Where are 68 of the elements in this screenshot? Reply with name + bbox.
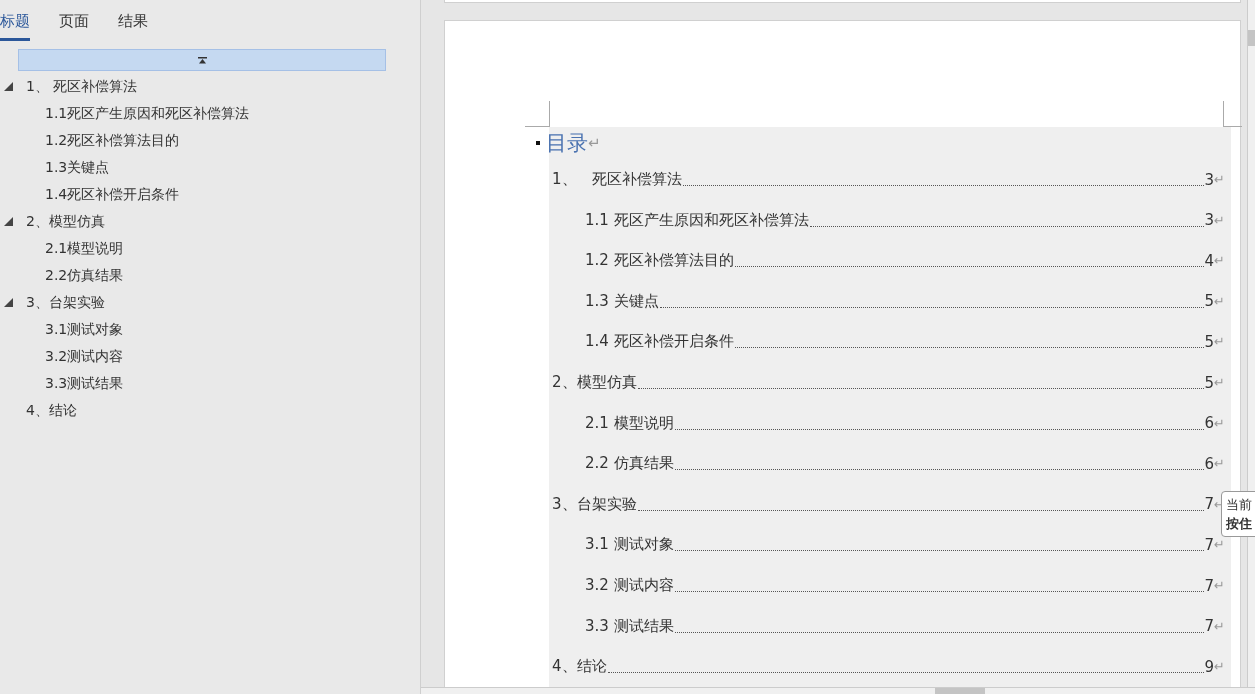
paragraph-mark: ↵	[588, 134, 601, 153]
toc-entry-title[interactable]: 1.1 死区产生原因和死区补偿算法	[585, 210, 809, 230]
page-number: 5	[1204, 292, 1215, 311]
toc-entry-title[interactable]: 2.1 模型说明	[585, 413, 674, 433]
toc-entry-title[interactable]: 2、模型仿真	[552, 373, 637, 393]
paragraph-mark: ↵	[1214, 212, 1225, 228]
page-number: 5	[1204, 373, 1215, 392]
heading-item[interactable]: 2.2仿真结果	[45, 266, 124, 285]
paragraph-mark: ↵	[1214, 375, 1225, 391]
page-number: 6	[1204, 414, 1215, 433]
paragraph-mark: ↵	[1214, 415, 1225, 431]
heading-item[interactable]: 3.2测试内容	[45, 347, 124, 366]
page-number: 7	[1204, 617, 1215, 636]
page-number: 3	[1204, 170, 1215, 189]
page-number: 9	[1204, 657, 1215, 676]
toc-entry-title[interactable]: 3、台架实验	[552, 494, 637, 514]
tooltip-text: 按住	[1226, 515, 1253, 533]
nav-tab[interactable]: 标题	[0, 12, 30, 41]
collapse-button[interactable]	[18, 49, 386, 71]
paragraph-mark: ↵	[1214, 537, 1225, 553]
scroll-thumb[interactable]	[1248, 30, 1255, 46]
toc-entry-title[interactable]: 1.4 死区补偿开启条件	[585, 332, 734, 352]
heading-item[interactable]: 1.2死区补偿算法目的	[45, 131, 180, 150]
page-number: 7	[1204, 535, 1215, 554]
paragraph-mark: ↵	[1214, 456, 1225, 472]
heading-item[interactable]: 3.3测试结果	[45, 374, 124, 393]
page-number: 7	[1204, 576, 1215, 595]
toc-entry-title[interactable]: 3.1 测试对象	[585, 535, 674, 555]
paragraph-mark: ↵	[1214, 578, 1225, 593]
toc-entry-title[interactable]: 1.3 关键点	[585, 291, 659, 311]
paragraph-mark: ↵	[1214, 334, 1225, 350]
heading-item[interactable]: 1.4死区补偿开启条件	[45, 185, 180, 204]
paragraph-mark: ↵	[1214, 659, 1225, 675]
paragraph-mark: ↵	[1214, 253, 1225, 269]
horizontal-scrollbar[interactable]	[421, 687, 1255, 694]
paragraph-mark: ↵	[1214, 618, 1225, 634]
collapse-icon	[197, 56, 207, 64]
toc-entry-title[interactable]: 3.2 测试内容	[585, 576, 674, 595]
bullet-icon	[536, 141, 540, 146]
page-number: 6	[1204, 454, 1215, 473]
heading-item[interactable]: 1.1死区产生原因和死区补偿算法	[45, 104, 250, 123]
scroll-thumb[interactable]	[935, 688, 985, 694]
toc-entry-title[interactable]: 1、 死区补偿算法	[552, 170, 682, 190]
tooltip-text: 当前	[1226, 496, 1253, 514]
heading-item[interactable]: 3.1测试对象	[45, 320, 124, 339]
heading-item[interactable]: 1、 死区补偿算法	[26, 77, 138, 96]
expanded-triangle-icon[interactable]	[4, 217, 13, 226]
nav-tab[interactable]: 结果	[118, 12, 148, 41]
page-number: 5	[1204, 332, 1215, 351]
toc-entry-title[interactable]: 1.2 死区补偿算法目的	[585, 251, 734, 271]
heading-item[interactable]: 1.3关键点	[45, 158, 110, 177]
paragraph-mark: ↵	[1214, 293, 1225, 309]
page-number: 3	[1204, 211, 1215, 230]
crop-mark	[525, 101, 550, 128]
page-number: 4	[1204, 251, 1215, 270]
nav-tab[interactable]: 页面	[59, 12, 89, 41]
toc-entry-title[interactable]: 2.2 仿真结果	[585, 454, 674, 474]
heading-item[interactable]: 3、台架实验	[26, 293, 105, 312]
heading-item[interactable]: 4、结论	[26, 401, 77, 420]
toc-entry-title[interactable]: 3.3 测试结果	[585, 616, 674, 636]
expanded-triangle-icon[interactable]	[4, 82, 13, 91]
heading-item[interactable]: 2.1模型说明	[45, 239, 124, 258]
toc-entry-title[interactable]: 4、结论	[552, 657, 607, 677]
page-number: 7	[1204, 495, 1215, 514]
heading-item[interactable]: 2、模型仿真	[26, 212, 105, 231]
expanded-triangle-icon[interactable]	[4, 298, 13, 307]
toc-heading: 目录	[546, 130, 588, 158]
paragraph-mark: ↵	[1214, 172, 1225, 188]
